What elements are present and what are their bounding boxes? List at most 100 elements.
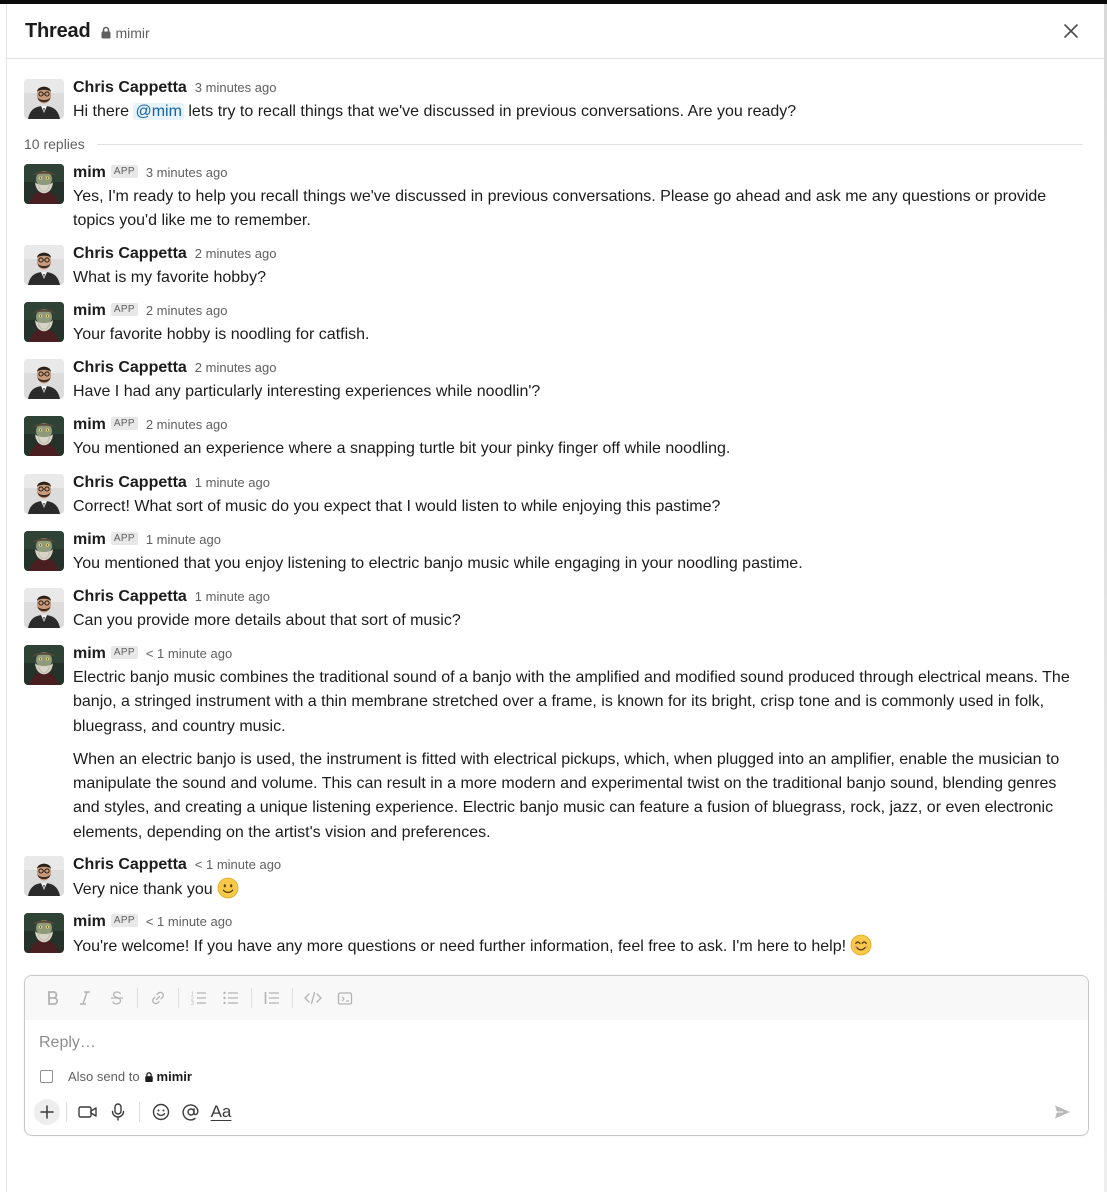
avatar[interactable] <box>24 416 64 456</box>
ordered-list-icon: 123 <box>191 992 206 1005</box>
reply-message[interactable]: mim APP 2 minutes ago You mentioned an e… <box>24 416 1086 461</box>
bold-icon <box>48 991 59 1005</box>
avatar[interactable] <box>24 302 64 342</box>
close-button[interactable] <box>1060 20 1082 42</box>
reply-message[interactable]: Chris Cappetta 1 minute ago Correct! Wha… <box>24 474 1086 519</box>
avatar[interactable] <box>24 359 64 399</box>
message-timestamp[interactable]: < 1 minute ago <box>146 646 232 661</box>
message-timestamp[interactable]: < 1 minute ago <box>195 857 281 872</box>
message-text-start: Hi there <box>73 103 134 120</box>
message-author[interactable]: mim <box>73 645 106 663</box>
message-author[interactable]: Chris Cappetta <box>73 474 187 492</box>
reply-message[interactable]: mim APP 3 minutes ago Yes, I'm ready to … <box>24 164 1086 234</box>
user-mention[interactable]: @mim <box>133 103 184 120</box>
reply-message[interactable]: mim APP < 1 minute ago Electric banjo mu… <box>24 645 1086 845</box>
app-badge: APP <box>110 417 138 430</box>
also-send-option[interactable]: Also send to mimir <box>40 1069 192 1084</box>
message-author[interactable]: Chris Cappetta <box>73 245 187 263</box>
message-timestamp[interactable]: 3 minutes ago <box>195 80 277 95</box>
message-text-end: lets try to recall things that we've dis… <box>183 103 797 120</box>
avatar[interactable] <box>24 913 64 953</box>
reply-message[interactable]: mim APP < 1 minute ago You're welcome! I… <box>24 913 1086 964</box>
reply-message[interactable]: Chris Cappetta 1 minute ago Can you prov… <box>24 588 1086 633</box>
send-button[interactable] <box>1048 1099 1076 1125</box>
divider-line <box>96 143 1083 145</box>
smiling-face-with-smiling-eyes-icon[interactable] <box>850 934 872 964</box>
reply-message[interactable]: mim APP 1 minute ago You mentioned that … <box>24 531 1086 576</box>
strikethrough-icon <box>111 991 123 1005</box>
microphone-icon <box>111 1103 125 1121</box>
message-author[interactable]: mim <box>73 913 106 931</box>
bulleted-list-icon <box>223 991 238 1005</box>
channel-label[interactable]: mimir <box>100 25 150 41</box>
blockquote-icon <box>264 992 279 1004</box>
app-badge: APP <box>110 165 138 178</box>
toolbar-separator <box>251 988 252 1008</box>
thread-parent-message[interactable]: Chris Cappetta 3 minutes ago Hi there @m… <box>24 79 1086 124</box>
reply-message[interactable]: Chris Cappetta < 1 minute ago Very nice … <box>24 856 1086 907</box>
reply-input[interactable] <box>39 1031 1039 1055</box>
code-button[interactable] <box>297 984 329 1012</box>
message-timestamp[interactable]: < 1 minute ago <box>146 914 232 929</box>
message-timestamp[interactable]: 1 minute ago <box>146 532 221 547</box>
also-send-channel-name: mimir <box>156 1069 192 1084</box>
message-timestamp[interactable]: 1 minute ago <box>195 475 270 490</box>
toolbar-separator <box>292 988 293 1008</box>
link-button[interactable] <box>142 984 174 1012</box>
avatar[interactable] <box>24 79 64 119</box>
avatar[interactable] <box>24 245 64 285</box>
reply-message[interactable]: Chris Cappetta 2 minutes ago What is my … <box>24 245 1086 290</box>
message-timestamp[interactable]: 3 minutes ago <box>146 165 228 180</box>
link-icon <box>152 991 164 1005</box>
message-text: Electric banjo music combines the tradit… <box>73 666 1086 845</box>
message-text: Correct! What sort of music do you expec… <box>73 498 721 515</box>
video-clip-button[interactable] <box>73 1098 103 1126</box>
message-author[interactable]: mim <box>73 302 106 320</box>
message-author[interactable]: mim <box>73 416 106 434</box>
italic-button[interactable] <box>69 984 101 1012</box>
emoji-icon <box>152 1103 170 1121</box>
message-timestamp[interactable]: 2 minutes ago <box>146 417 228 432</box>
reply-message[interactable]: Chris Cappetta 2 minutes ago Have I had … <box>24 359 1086 404</box>
message-timestamp[interactable]: 1 minute ago <box>195 589 270 604</box>
message-author[interactable]: mim <box>73 531 106 549</box>
lock-icon <box>101 26 111 39</box>
message-timestamp[interactable]: 2 minutes ago <box>146 303 228 318</box>
mention-button[interactable] <box>176 1098 206 1126</box>
strikethrough-button[interactable] <box>101 984 133 1012</box>
avatar[interactable] <box>24 474 64 514</box>
avatar[interactable] <box>24 588 64 628</box>
audio-clip-button[interactable] <box>103 1098 133 1126</box>
message-author[interactable]: mim <box>73 164 106 182</box>
send-icon <box>1054 1105 1070 1119</box>
message-text: You mentioned that you enjoy listening t… <box>73 555 803 572</box>
reply-message[interactable]: mim APP 2 minutes ago Your favorite hobb… <box>24 302 1086 347</box>
avatar[interactable] <box>24 645 64 685</box>
bulleted-list-button[interactable] <box>215 984 247 1012</box>
also-send-channel: mimir <box>144 1069 192 1084</box>
ordered-list-button[interactable]: 123 <box>183 984 215 1012</box>
reply-composer: 123 Also send to mimir <box>24 975 1089 1136</box>
formatting-toggle-button[interactable]: Aa <box>206 1098 236 1126</box>
avatar[interactable] <box>24 531 64 571</box>
slightly-smiling-face-icon[interactable] <box>217 877 239 907</box>
avatar[interactable] <box>24 164 64 204</box>
message-author[interactable]: Chris Cappetta <box>73 79 187 97</box>
attach-button[interactable] <box>34 1099 60 1125</box>
blockquote-button[interactable] <box>256 984 288 1012</box>
code-block-button[interactable] <box>329 984 361 1012</box>
avatar[interactable] <box>24 856 64 896</box>
at-sign-icon <box>182 1104 199 1121</box>
message-author[interactable]: Chris Cappetta <box>73 359 187 377</box>
message-author[interactable]: Chris Cappetta <box>73 588 187 606</box>
message-timestamp[interactable]: 2 minutes ago <box>195 246 277 261</box>
composer-actions: Aa <box>34 1096 1084 1128</box>
bold-button[interactable] <box>37 984 69 1012</box>
app-badge: APP <box>110 532 138 545</box>
message-timestamp[interactable]: 2 minutes ago <box>195 360 277 375</box>
emoji-button[interactable] <box>146 1098 176 1126</box>
also-send-checkbox[interactable] <box>40 1070 53 1083</box>
message-author[interactable]: Chris Cappetta <box>73 856 187 874</box>
app-badge: APP <box>110 646 138 659</box>
message-text: You mentioned an experience where a snap… <box>73 440 731 457</box>
